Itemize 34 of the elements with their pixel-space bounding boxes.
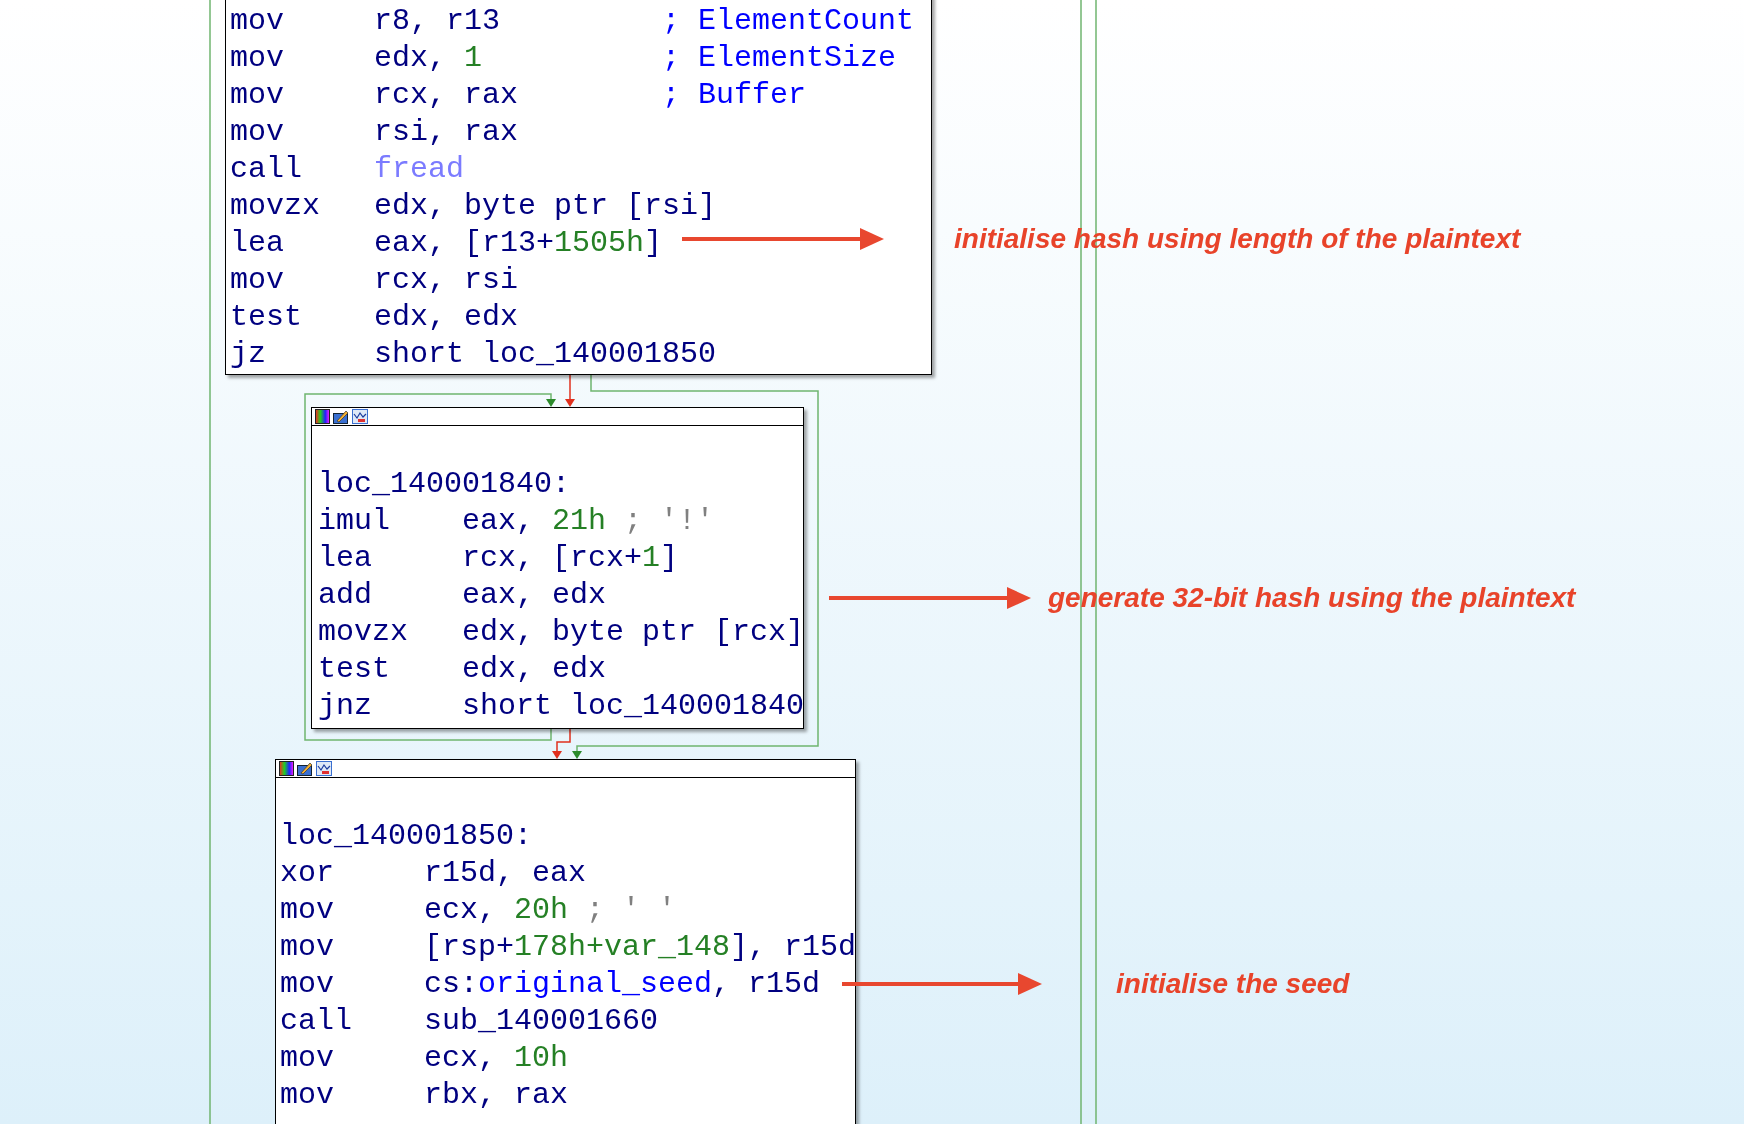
annotation-text: generate 32-bit hash using the plaintext [1048,581,1576,615]
code-line: mov ecx, 20h ; ' ' [280,892,677,929]
code-line: imul eax, 21h ; '!' [318,503,715,540]
code-label: loc_140001850: [280,818,533,855]
code-line: mov [rsp+178h+var_148], r15d [280,929,857,966]
code-label: loc_140001840: [318,466,571,503]
code-line: movzx edx, byte ptr [rcx] [318,614,805,651]
pencil-icon[interactable] [297,761,313,776]
code-line: mov rcx, rsi [230,262,519,299]
code-line: movzx edx, byte ptr [rsi] [230,188,717,225]
code-line: jnz short loc_140001840 [318,688,805,725]
code-line: lea eax, [r13+1505h] [230,225,663,262]
code-line: call fread [230,151,465,188]
annotation-text: initialise the seed [1116,967,1350,1001]
code-line: mov edx, 1 ; ElementSize [230,40,897,77]
code-line: mov rcx, rax ; Buffer [230,77,807,114]
code-line: mov r8, r13 ; ElementCount [230,3,915,40]
palette-icon[interactable] [279,761,294,776]
code-line: add eax, edx [318,577,607,614]
code-line: lea rcx, [rcx+1] [318,540,679,577]
code-line: mov rbx, rax [280,1077,569,1114]
annotation-text: initialise hash using length of the plaintext [954,222,1521,256]
code-line: test edx, edx [230,299,519,336]
palette-icon[interactable] [315,409,330,424]
code-line: xor r15d, eax [280,855,587,892]
code-line: mov rsi, rax [230,114,519,151]
code-line: test edx, edx [318,651,607,688]
code-line: call sub_140001660 [280,1003,659,1040]
graph-icon[interactable] [352,409,368,424]
code-line: mov ecx, 10h [280,1040,569,1077]
code-line: jz short loc_140001850 [230,336,717,373]
pencil-icon[interactable] [333,409,349,424]
graph-icon[interactable] [316,761,332,776]
code-line: mov cs:original_seed, r15d [280,966,821,1003]
